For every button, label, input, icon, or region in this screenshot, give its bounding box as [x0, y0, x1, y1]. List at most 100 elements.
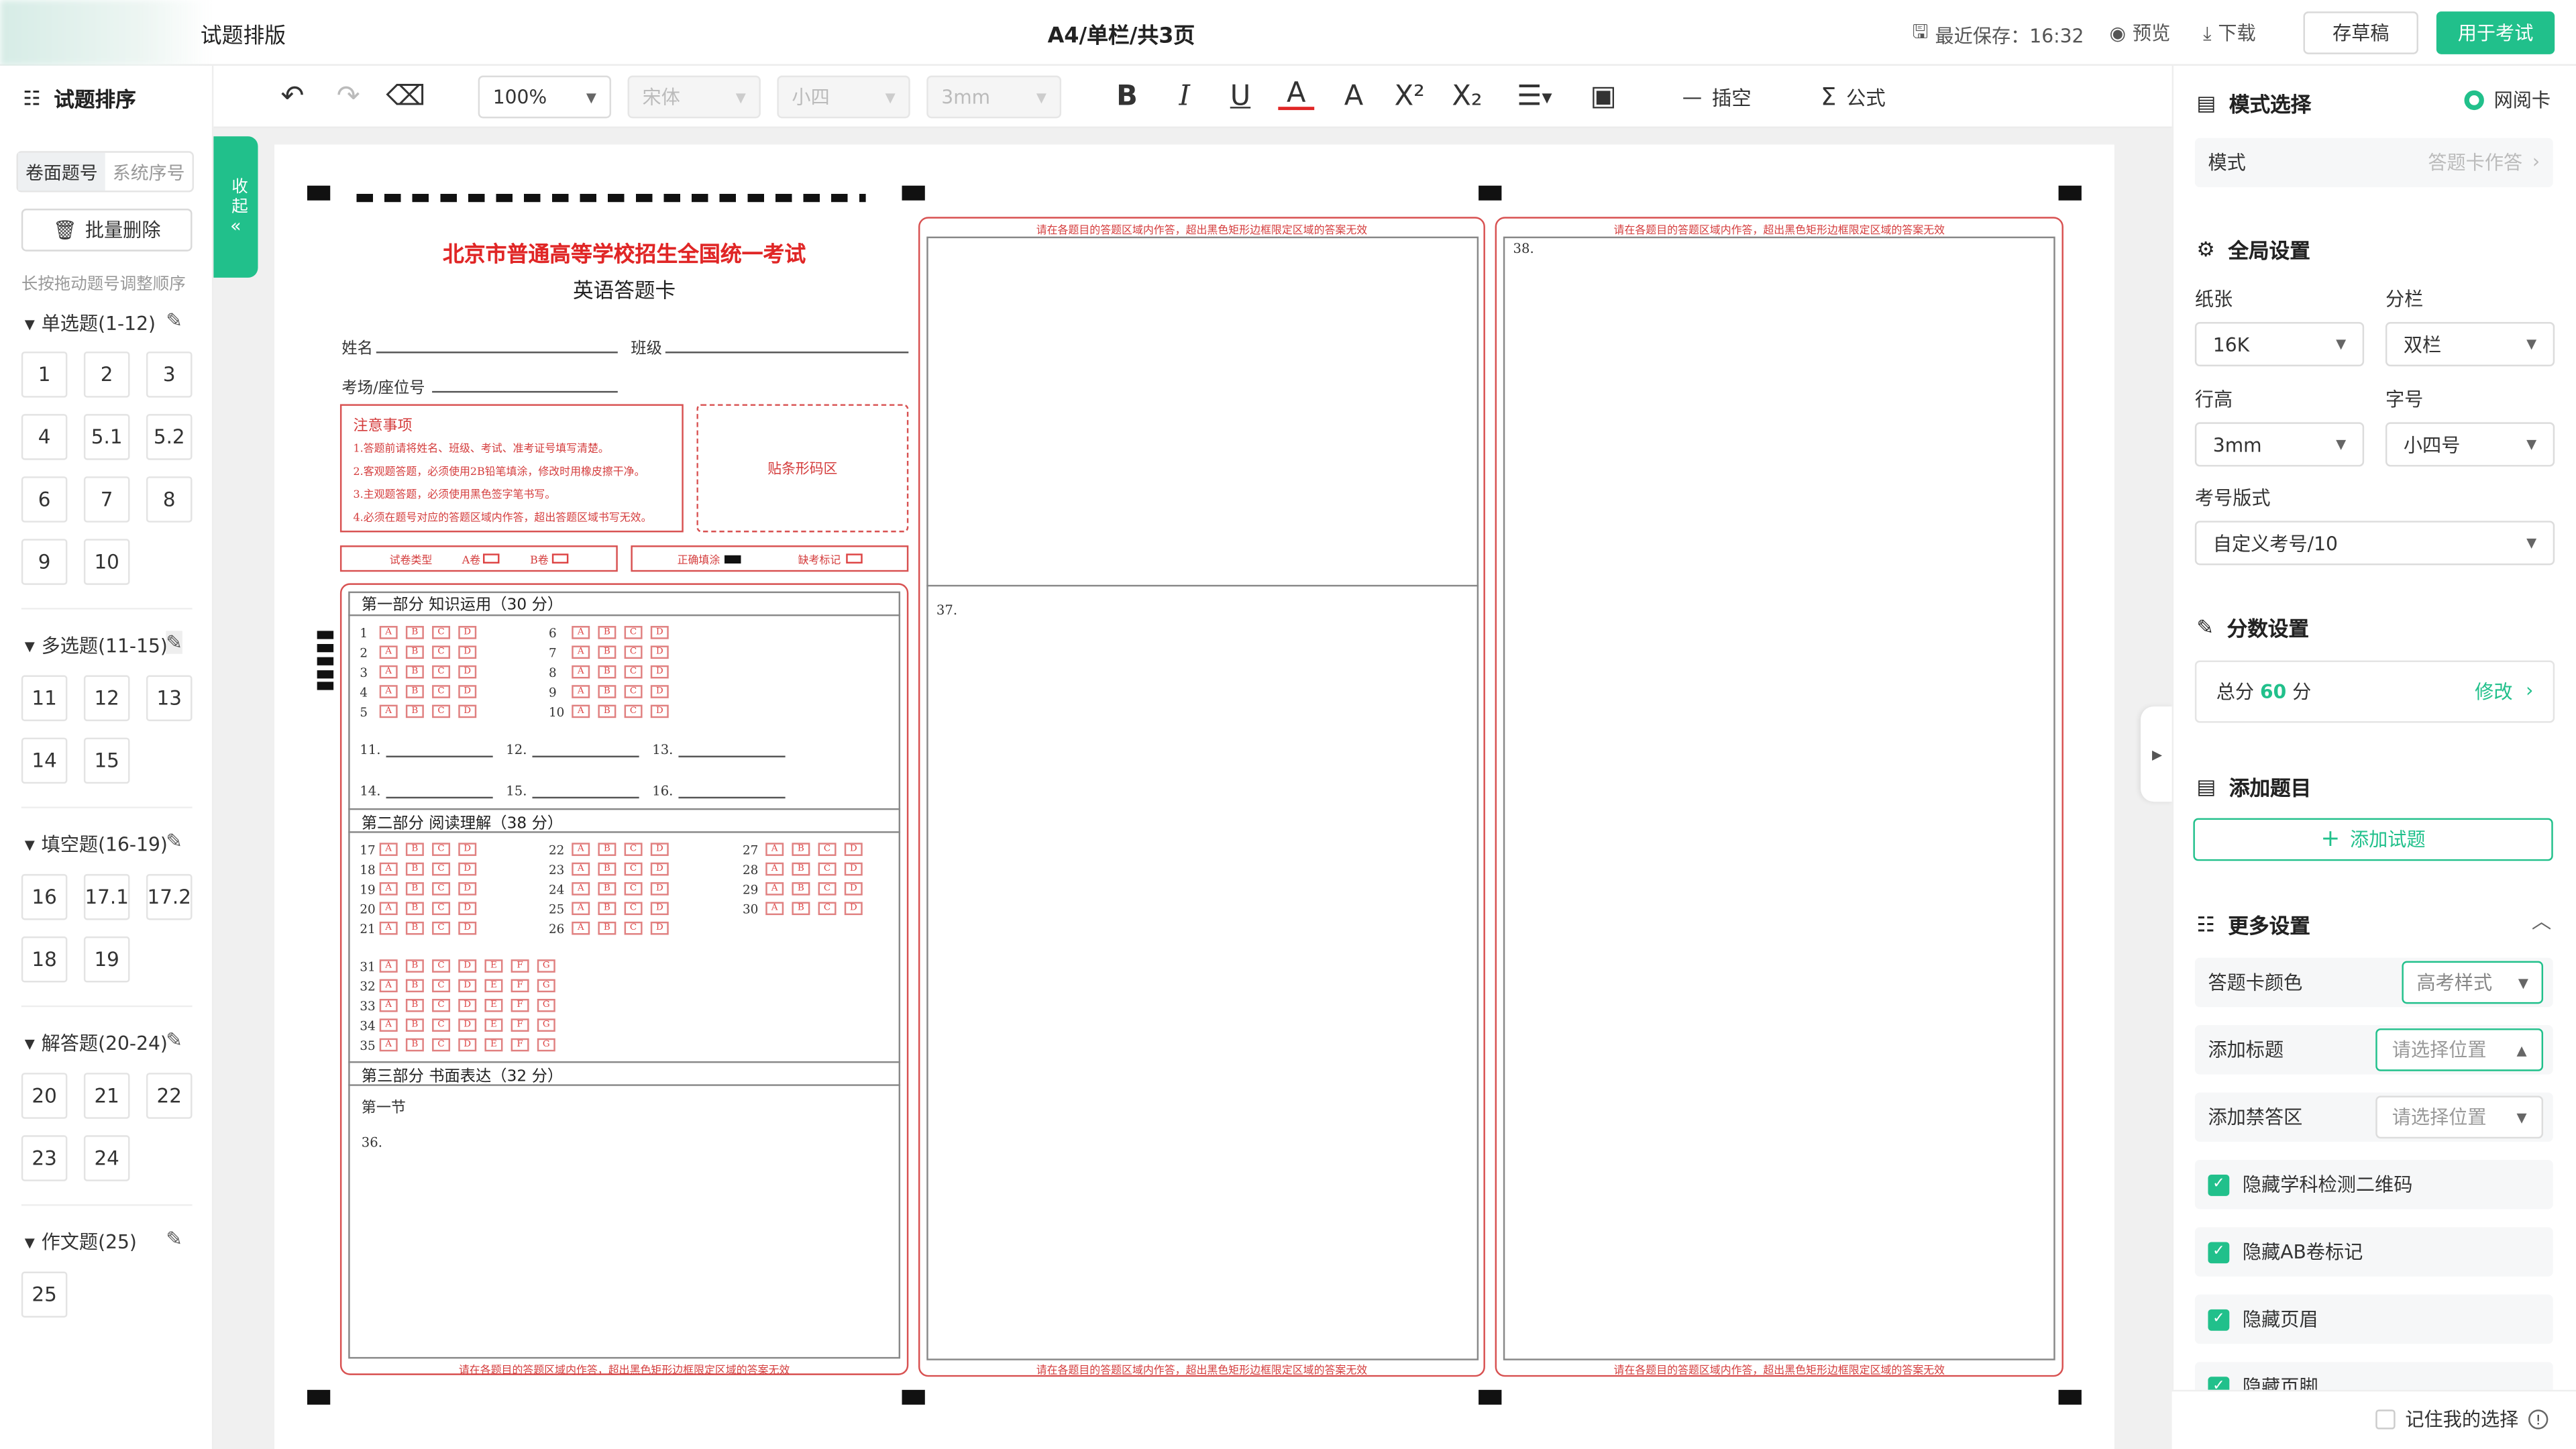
question-number[interactable]: 7 — [83, 476, 130, 523]
hide-qr-option[interactable]: ✓ 隐藏学科检测二维码 — [2194, 1159, 2553, 1210]
question-number[interactable]: 25 — [21, 1271, 68, 1318]
font-size-select[interactable]: 小四号 ▼ — [2385, 422, 2555, 467]
question-number[interactable]: 14 — [21, 737, 68, 784]
question-number[interactable]: 9 — [21, 539, 68, 585]
question-number[interactable]: 17.1 — [83, 873, 130, 920]
edit-icon[interactable]: ✎ — [166, 309, 182, 331]
modify-score-button[interactable]: 修改 › — [2475, 678, 2533, 704]
question-number[interactable]: 5.1 — [83, 414, 130, 460]
paper-select[interactable]: 16K ▼ — [2194, 322, 2365, 367]
question-number[interactable]: 10 — [83, 539, 130, 585]
tab-paper-number[interactable]: 卷面题号 — [17, 152, 105, 191]
question-number[interactable]: 5.2 — [146, 414, 193, 460]
question-number[interactable]: 16 — [21, 873, 68, 920]
double-chevron-left-icon: « — [230, 215, 241, 237]
web-read-radio[interactable]: 网阅卡 — [2464, 87, 2551, 113]
info-icon[interactable]: ! — [2528, 1409, 2548, 1430]
checkbox-checked-icon[interactable]: ✓ — [2208, 1308, 2230, 1330]
superscript-icon[interactable]: X² — [1391, 80, 1428, 113]
insert-blank-button[interactable]: — 插空 — [1676, 80, 1758, 113]
exam-id-barcode — [356, 193, 866, 203]
chevron-right-icon: › — [2526, 678, 2534, 702]
question-number[interactable]: 18 — [21, 936, 68, 983]
subscript-icon[interactable]: X₂ — [1449, 80, 1485, 113]
name-label: 姓名 — [341, 339, 373, 358]
forbid-area-select[interactable]: 请选择位置 ▼ — [2375, 1095, 2544, 1139]
hide-footer-option[interactable]: ✓ 隐藏页脚 — [2194, 1362, 2553, 1390]
question-number[interactable]: 22 — [146, 1073, 193, 1119]
hide-header-option[interactable]: ✓ 隐藏页眉 — [2194, 1294, 2553, 1344]
checkbox-empty-icon[interactable] — [2375, 1409, 2396, 1430]
undo-icon[interactable]: ↶ — [274, 80, 311, 113]
question-number[interactable]: 2 — [83, 352, 130, 398]
redo-icon[interactable]: ↷ — [330, 80, 366, 113]
checkbox-checked-icon[interactable]: ✓ — [2208, 1376, 2230, 1390]
chevron-up-icon[interactable]: ︿ — [2532, 907, 2551, 935]
columns-select[interactable]: 双栏 ▼ — [2385, 322, 2555, 367]
collapse-panel-button[interactable]: 收起 « — [213, 136, 258, 278]
question-number[interactable]: 12 — [83, 675, 130, 722]
batch-delete-button[interactable]: 🗑 批量删除 — [21, 209, 193, 252]
group-multi-choice[interactable]: ▼ 多选题(11-15) — [25, 633, 168, 659]
font-size-select[interactable]: 小四 ▼ — [777, 75, 910, 119]
add-title-select[interactable]: 请选择位置 ▲ — [2375, 1028, 2544, 1071]
question-number[interactable]: 24 — [83, 1135, 130, 1181]
divider — [21, 1204, 193, 1206]
bold-icon[interactable]: B — [1109, 80, 1145, 113]
hide-ab-option[interactable]: ✓ 隐藏AB卷标记 — [2194, 1227, 2553, 1277]
edit-icon[interactable]: ✎ — [166, 1227, 182, 1250]
group-essay[interactable]: ▼ 作文题(25) — [25, 1229, 137, 1255]
exam-no-select[interactable]: 自定义考号/10 ▼ — [2194, 521, 2555, 566]
tab-system-number[interactable]: 系统序号 — [105, 153, 193, 191]
question-number[interactable]: 4 — [21, 414, 68, 460]
expand-right-panel-button[interactable]: ▶ — [2141, 706, 2174, 802]
caret-down-icon: ▼ — [885, 89, 896, 105]
download-button[interactable]: ⤓ 下载 — [2203, 19, 2256, 46]
font-style-icon[interactable]: A — [1336, 80, 1372, 113]
question-number[interactable]: 11 — [21, 675, 68, 722]
question-number[interactable]: 17.2 — [146, 873, 193, 920]
underline-icon[interactable]: U — [1222, 80, 1258, 113]
more-settings-heading[interactable]: ☷ 更多设置 — [2196, 908, 2310, 940]
question-number[interactable]: 23 — [21, 1135, 68, 1181]
question-number[interactable]: 21 — [83, 1073, 130, 1119]
italic-icon[interactable]: I — [1167, 80, 1203, 113]
preview-button[interactable]: ◉ 预览 — [2110, 19, 2171, 46]
checkbox-checked-icon[interactable]: ✓ — [2208, 1173, 2230, 1195]
question-number[interactable]: 20 — [21, 1073, 68, 1119]
edit-icon[interactable]: ✎ — [166, 1028, 182, 1051]
checkbox-checked-icon[interactable]: ✓ — [2208, 1241, 2230, 1263]
question-number[interactable]: 13 — [146, 675, 193, 722]
row-mark — [317, 682, 334, 690]
mode-row[interactable]: 模式 答题卡作答 › — [2194, 138, 2553, 188]
save-draft-button[interactable]: 存草稿 — [2303, 11, 2418, 54]
use-for-exam-button[interactable]: 用于考试 — [2436, 11, 2555, 54]
question-number[interactable]: 1 — [21, 352, 68, 398]
edit-icon[interactable]: ✎ — [166, 631, 182, 654]
group-fill-blank[interactable]: ▼ 填空题(16-19) — [25, 831, 168, 857]
eraser-icon[interactable]: ⌫ — [386, 80, 425, 113]
group-answer[interactable]: ▼ 解答题(20-24) — [25, 1030, 168, 1057]
font-select[interactable]: 宋体 ▼ — [627, 75, 761, 119]
image-icon[interactable]: ▣ — [1585, 80, 1621, 113]
font-color-icon[interactable]: A — [1278, 77, 1315, 111]
question-number[interactable]: 3 — [146, 352, 193, 398]
line-height-select[interactable]: 3mm ▼ — [2194, 422, 2365, 467]
edit-icon[interactable]: ✎ — [166, 830, 182, 853]
remember-choice[interactable]: 记住我的选择 ! — [2375, 1406, 2548, 1432]
group-single-choice[interactable]: ▼ 单选题(1-12) — [25, 311, 156, 337]
zoom-select[interactable]: 100% ▼ — [478, 75, 612, 119]
seat-label: 考场/座位号 — [341, 379, 425, 398]
question-number[interactable]: 6 — [21, 476, 68, 523]
question-number[interactable]: 15 — [83, 737, 130, 784]
line-height-select[interactable]: 3mm ▼ — [926, 75, 1062, 119]
formula-button[interactable]: Σ 公式 — [1811, 80, 1896, 113]
align-icon[interactable]: ☰ ▼ — [1507, 80, 1562, 113]
top-bar — [0, 0, 2576, 66]
card-color-select[interactable]: 高考样式 ▼ — [2402, 961, 2544, 1004]
question-number[interactable]: 8 — [146, 476, 193, 523]
question-number[interactable]: 19 — [83, 936, 130, 983]
add-question-button[interactable]: + 添加试题 — [2193, 818, 2553, 861]
position-mark — [2058, 1389, 2082, 1405]
choice-block-17-21: 17 A B C D 18 A B C D 19 A B C D 20 A B C D 21 A B C D — [360, 839, 484, 938]
